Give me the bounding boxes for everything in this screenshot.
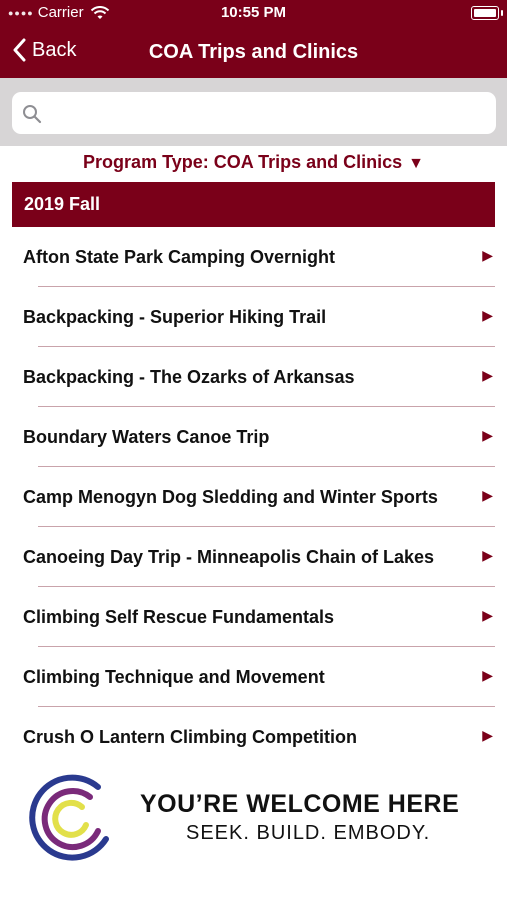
list-item[interactable]: Climbing Technique and Movement ▶ [0, 647, 507, 707]
program-type-label: Program Type: COA Trips and Clinics [83, 152, 403, 172]
list-item-label: Backpacking - Superior Hiking Trail [23, 307, 327, 327]
chevron-right-icon: ▶ [482, 547, 493, 563]
footer-subtitle: SEEK. BUILD. EMBODY. [186, 822, 431, 844]
list-item-label: Climbing Technique and Movement [23, 667, 325, 687]
list-item[interactable]: Backpacking - The Ozarks of Arkansas ▶ [0, 347, 507, 407]
program-type-filter[interactable]: Program Type: COA Trips and Clinics ▼ [0, 152, 507, 173]
chevron-right-icon: ▶ [482, 607, 493, 623]
list-item-label: Boundary Waters Canoe Trip [23, 427, 270, 447]
list-item-label: Canoeing Day Trip - Minneapolis Chain of… [23, 547, 435, 567]
list-item-label: Afton State Park Camping Overnight [23, 247, 336, 267]
list-item[interactable]: Crush O Lantern Climbing Competition ▶ [0, 707, 507, 767]
list-item[interactable]: Boundary Waters Canoe Trip ▶ [0, 407, 507, 467]
list-item-label: Backpacking - The Ozarks of Arkansas [23, 367, 355, 387]
caret-down-icon: ▼ [408, 155, 424, 172]
section-title: 2019 Fall [24, 194, 101, 214]
welcome-logo-icon [29, 774, 109, 861]
chevron-right-icon: ▶ [482, 247, 493, 263]
list-item-label: Crush O Lantern Climbing Competition [23, 727, 357, 747]
page-title: COA Trips and Clinics [148, 41, 359, 63]
status-time: 10:55 PM [220, 4, 287, 21]
search-bar [0, 78, 507, 146]
list-item[interactable]: Canoeing Day Trip - Minneapolis Chain of… [0, 527, 507, 587]
status-bar: ●●●● Carrier 10:55 PM [0, 0, 507, 28]
chevron-right-icon: ▶ [482, 487, 493, 503]
list-item-label: Climbing Self Rescue Fundamentals [23, 607, 335, 627]
chevron-right-icon: ▶ [482, 367, 493, 383]
search-box[interactable] [12, 92, 496, 134]
list-item[interactable]: Backpacking - Superior Hiking Trail ▶ [0, 287, 507, 347]
chevron-right-icon: ▶ [482, 727, 493, 743]
chevron-right-icon: ▶ [482, 427, 493, 443]
nav-bar: Back COA Trips and Clinics [0, 28, 507, 78]
search-icon [23, 105, 42, 124]
battery-icon [471, 6, 503, 20]
list-item[interactable]: Afton State Park Camping Overnight ▶ [0, 227, 507, 287]
chevron-right-icon: ▶ [482, 667, 493, 683]
search-input[interactable] [48, 98, 492, 130]
list-item[interactable]: Camp Menogyn Dog Sledding and Winter Spo… [0, 467, 507, 527]
footer-title: YOU’RE WELCOME HERE [140, 790, 460, 818]
section-header: 2019 Fall [12, 182, 495, 227]
list-item-label: Camp Menogyn Dog Sledding and Winter Spo… [23, 487, 438, 507]
trip-list: Afton State Park Camping Overnight ▶ Bac… [0, 227, 507, 767]
chevron-right-icon: ▶ [482, 307, 493, 323]
list-item[interactable]: Climbing Self Rescue Fundamentals ▶ [0, 587, 507, 647]
